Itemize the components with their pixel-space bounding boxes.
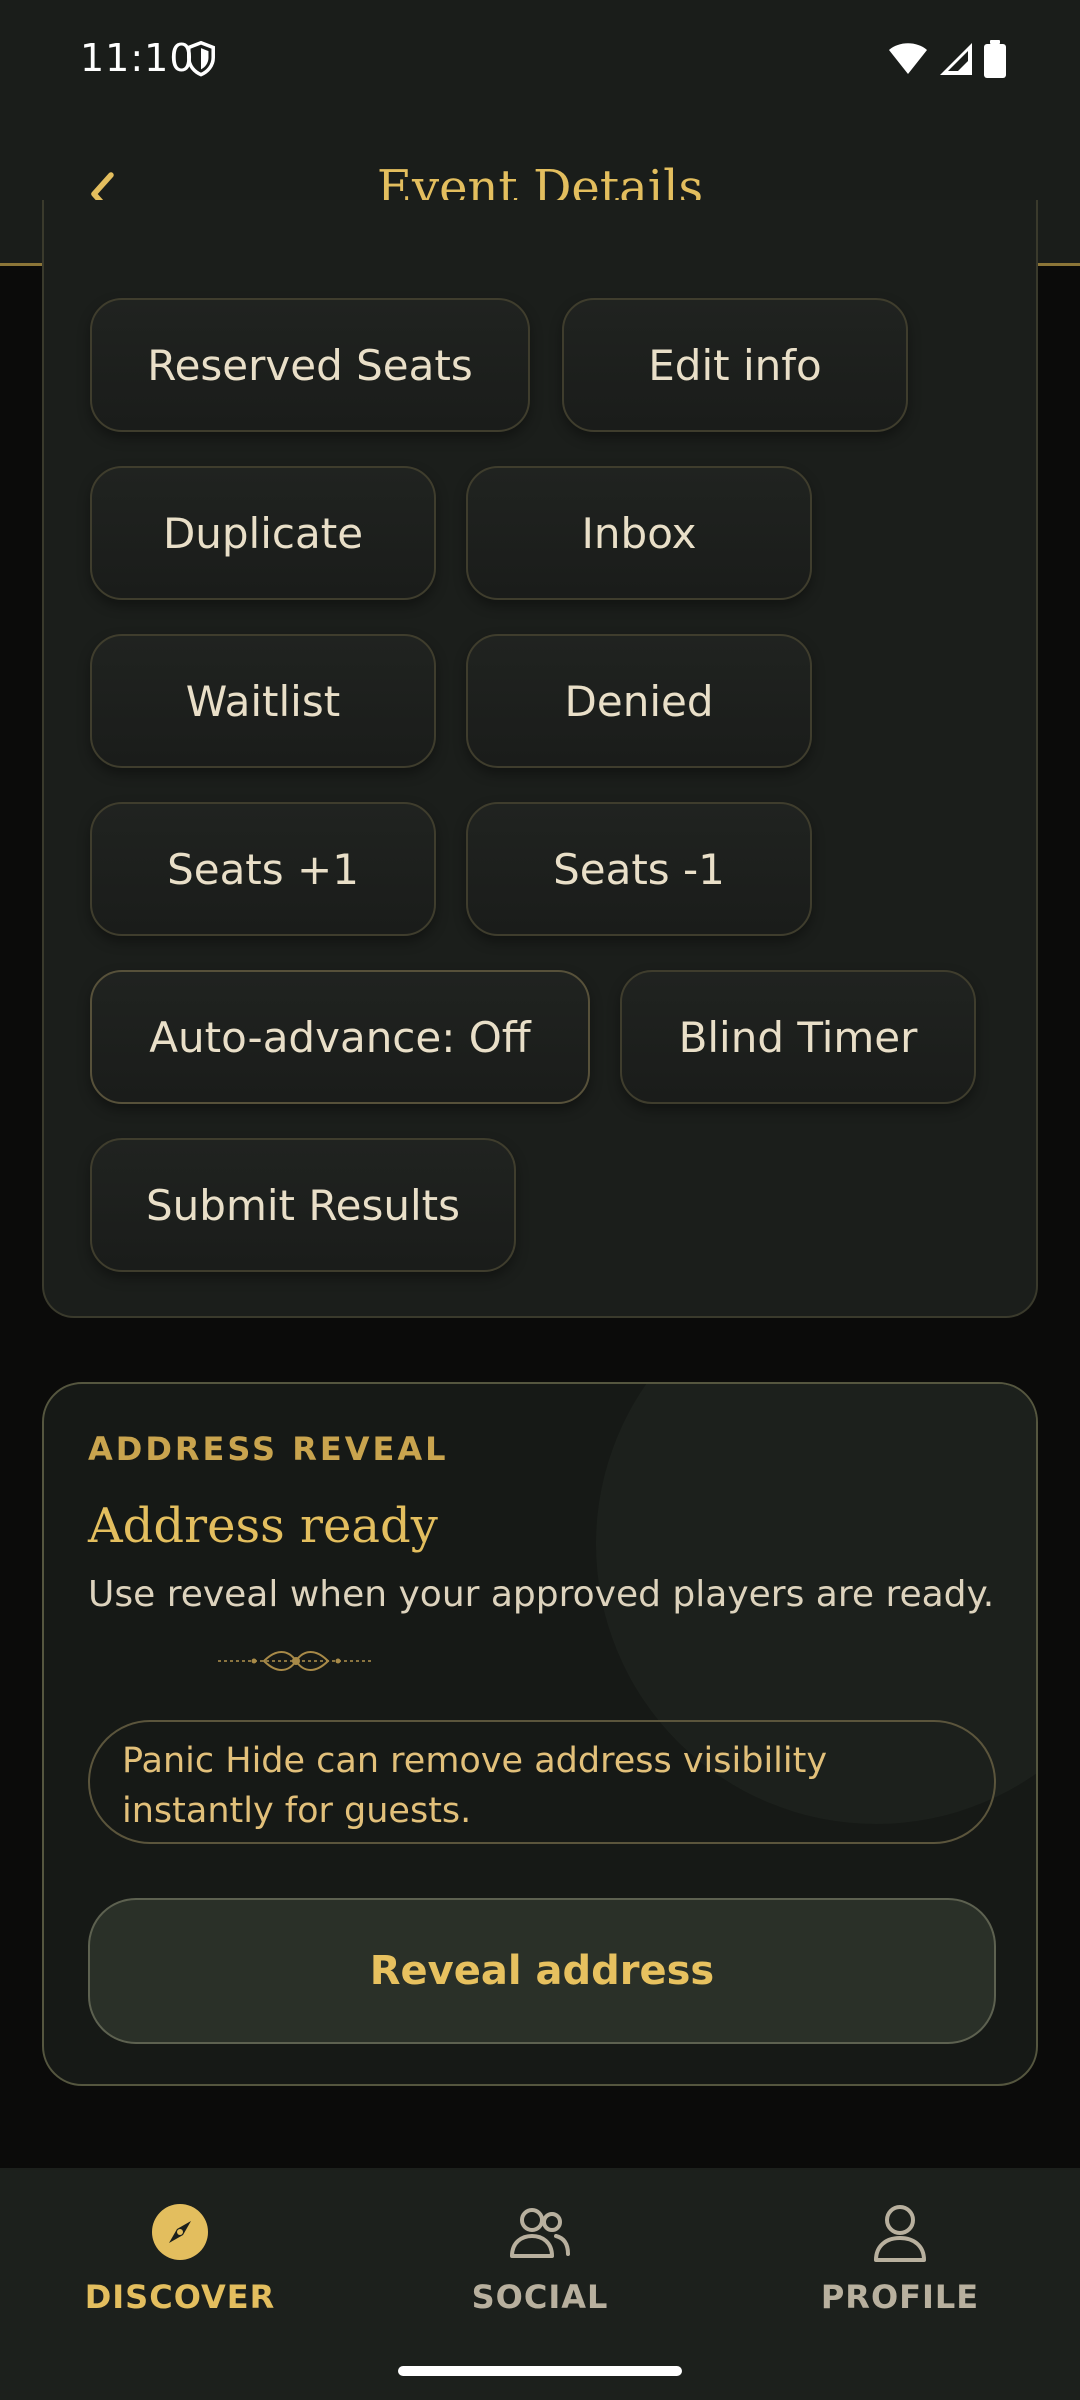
address-reveal-card: ADDRESS REVEAL Address ready Use reveal … [42,1382,1038,2086]
edit-info-button[interactable]: Edit info [562,298,908,432]
shield-icon [187,40,215,77]
panic-hide-notice: Panic Hide can remove address visibility… [88,1720,996,1844]
nav-discover[interactable]: DISCOVER [30,2200,330,2340]
inbox-button[interactable]: Inbox [466,466,812,600]
wifi-icon [889,43,927,74]
compass-icon [148,2200,212,2264]
nav-profile[interactable]: PROFILE [750,2200,1050,2340]
submit-results-button[interactable]: Submit Results [90,1138,516,1272]
signal-icon [940,43,972,75]
seats-plus-button[interactable]: Seats +1 [90,802,436,936]
reveal-address-button[interactable]: Reveal address [88,1898,996,2044]
waitlist-button[interactable]: Waitlist [90,634,436,768]
nav-label-discover: DISCOVER [84,2278,276,2316]
battery-icon [984,40,1006,78]
section-kicker: ADDRESS REVEAL [88,1430,449,1468]
ornament-divider-icon [218,1651,374,1671]
nav-social[interactable]: SOCIAL [390,2200,690,2340]
person-icon [868,2200,932,2264]
home-indicator[interactable] [398,2366,682,2376]
people-icon [508,2200,572,2264]
reserved-seats-button[interactable]: Reserved Seats [90,298,530,432]
denied-button[interactable]: Denied [466,634,812,768]
status-bar: 11:10 [0,0,1080,120]
seats-minus-button[interactable]: Seats -1 [466,802,812,936]
nav-label-profile: PROFILE [820,2278,980,2316]
event-actions-card: Reserved Seats Edit info Duplicate Inbox… [42,200,1038,1318]
address-reveal-description: Use reveal when your approved players ar… [88,1574,995,1615]
address-status-title: Address ready [88,1498,438,1554]
auto-advance-toggle[interactable]: Auto-advance: Off [90,970,590,1104]
blind-timer-button[interactable]: Blind Timer [620,970,976,1104]
status-time: 11:10 [80,36,195,80]
duplicate-button[interactable]: Duplicate [90,466,436,600]
nav-label-social: SOCIAL [471,2278,609,2316]
